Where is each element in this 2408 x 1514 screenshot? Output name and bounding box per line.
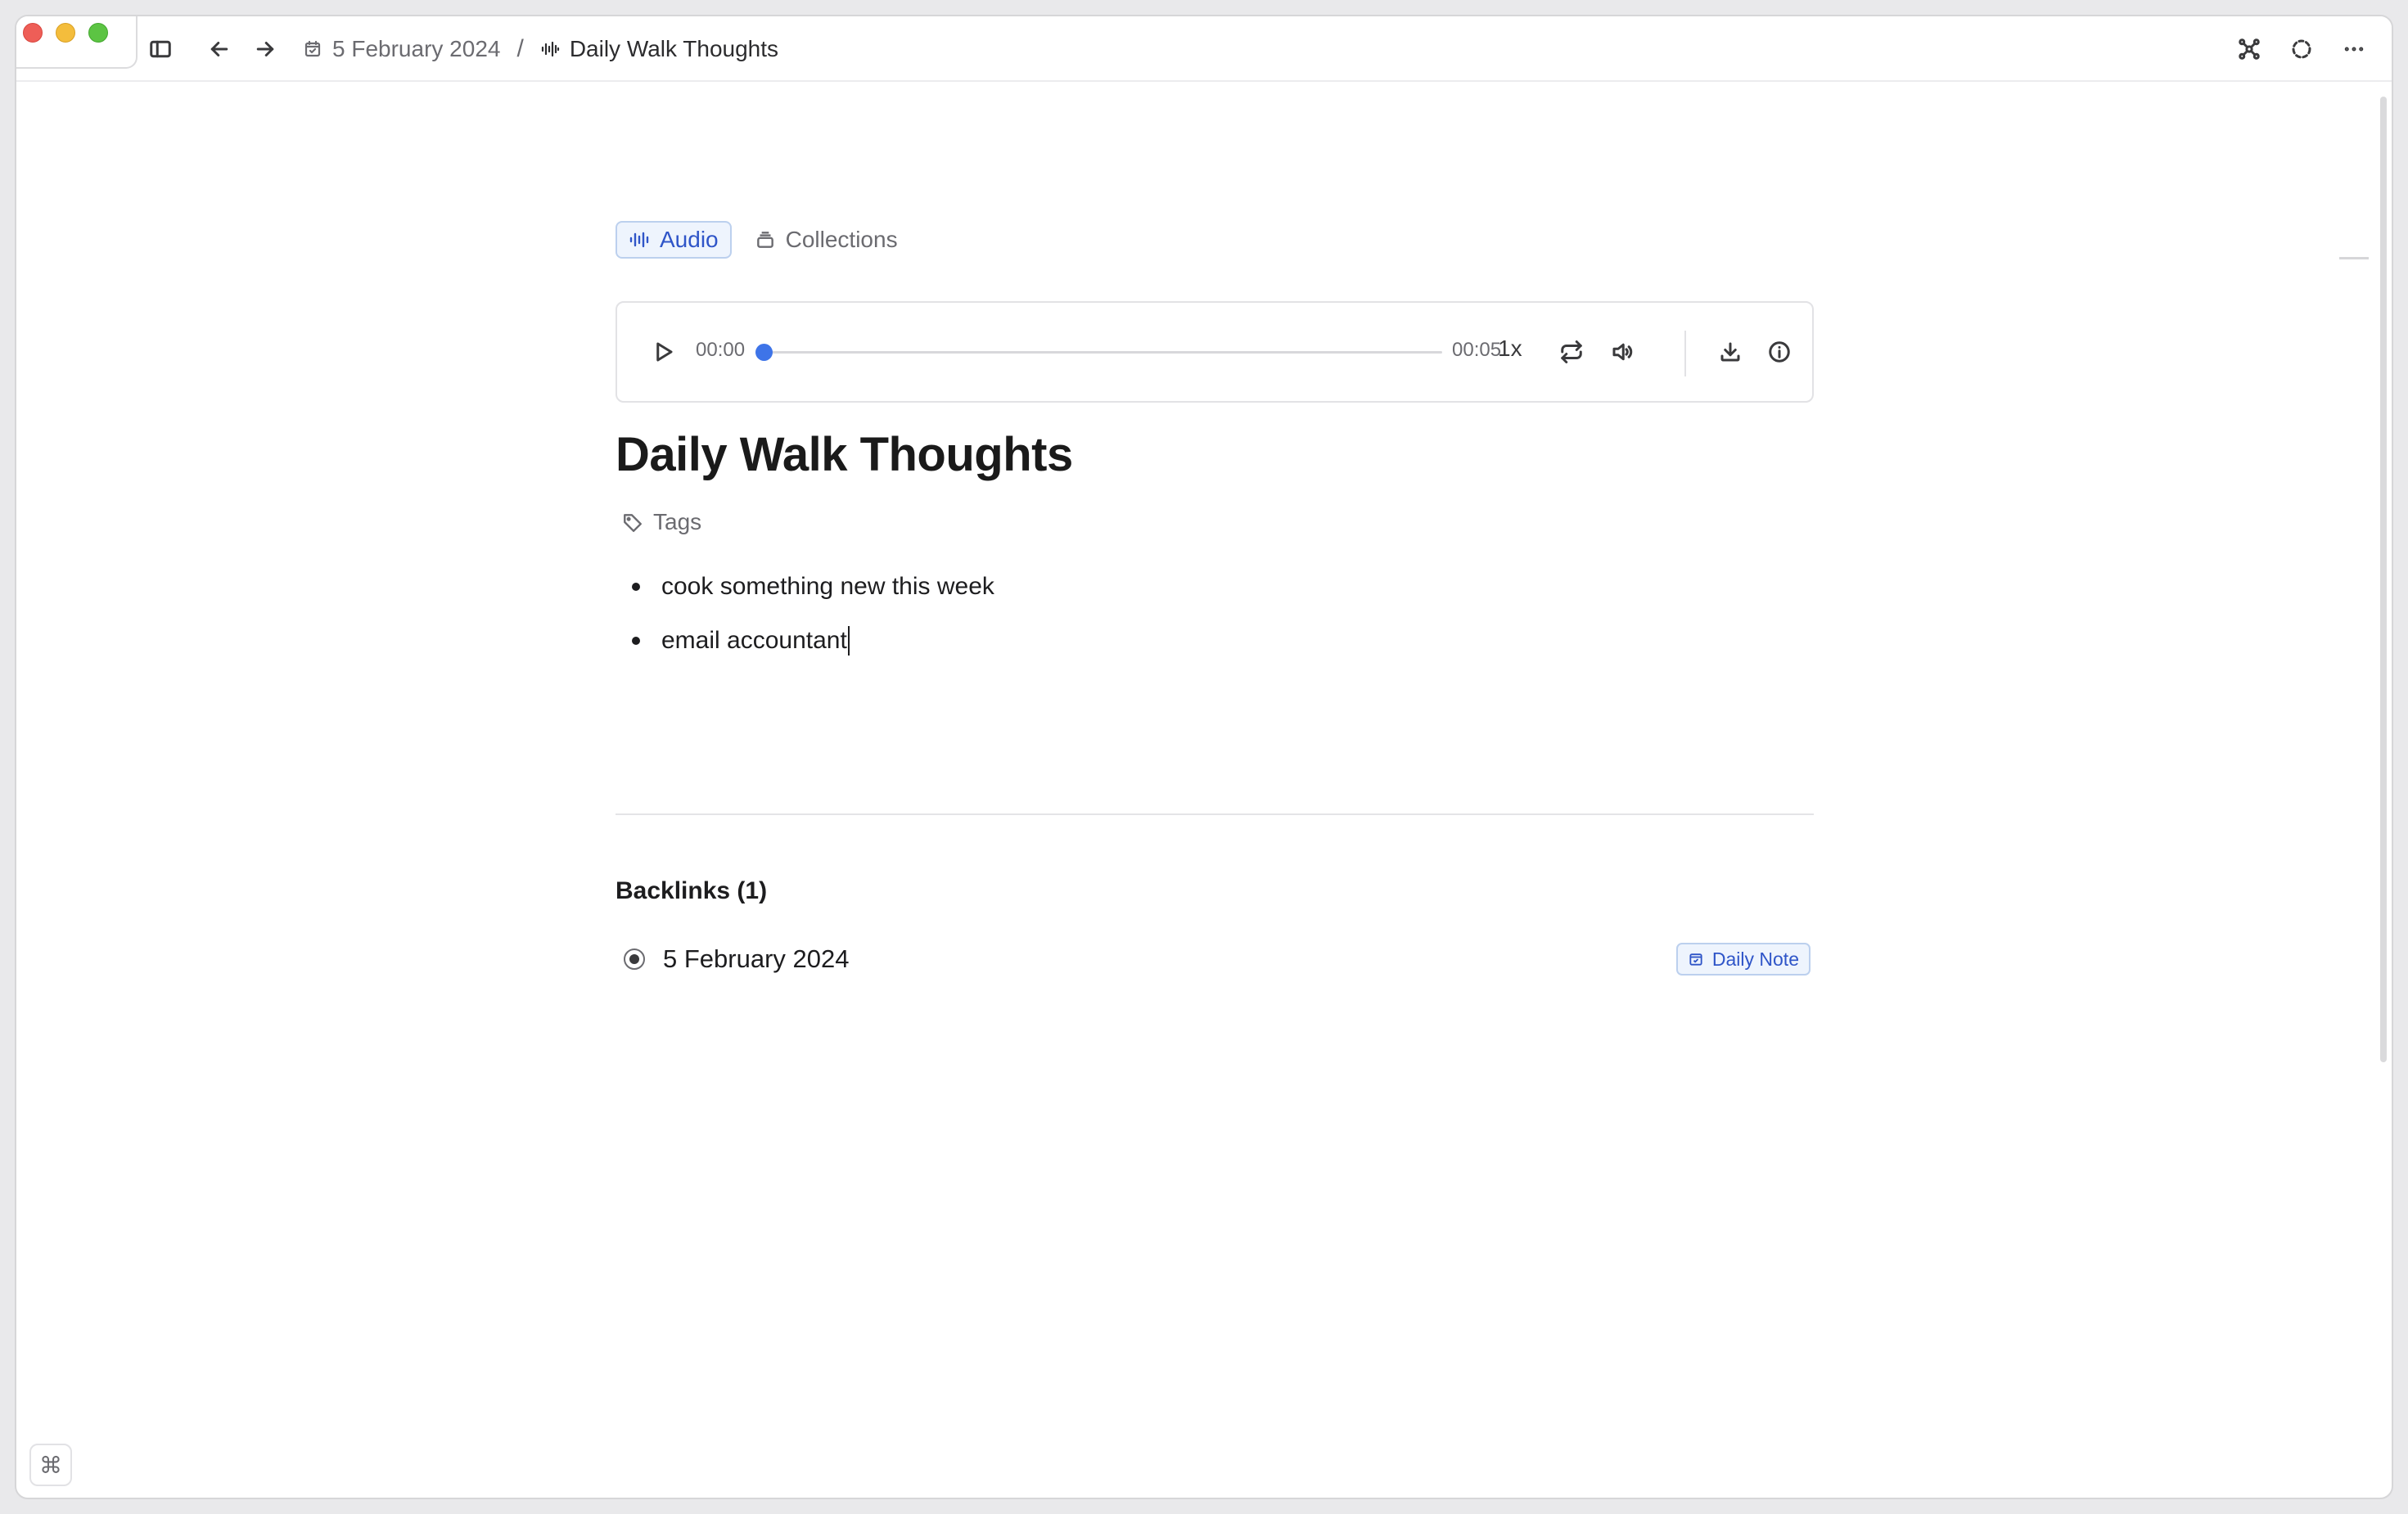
tag-icon [624, 514, 642, 533]
current-time: 00:00 [696, 339, 746, 361]
window-controls [16, 16, 138, 69]
breadcrumb-separator: / [516, 35, 524, 62]
backlink-bullet-icon [624, 949, 645, 970]
breadcrumb-label: 5 February 2024 [332, 36, 501, 61]
info-button[interactable] [1755, 327, 1804, 376]
note-chips: Audio Collections [616, 221, 903, 259]
close-window-button[interactable] [23, 23, 43, 43]
bullet-dot [632, 583, 640, 591]
list-item[interactable]: cook something new this week [616, 560, 994, 614]
calendar-icon [1689, 953, 1702, 966]
breadcrumb: 5 February 2024 / Daily Walk Thoughts [303, 31, 778, 67]
list-item[interactable]: email accountant [616, 614, 994, 668]
command-palette-button[interactable]: ⌘ [29, 1444, 72, 1486]
download-icon [1720, 342, 1740, 362]
bullet-dot [632, 637, 640, 645]
scrollbar[interactable] [2380, 97, 2387, 1062]
play-button[interactable] [638, 327, 688, 376]
player-divider [1684, 331, 1686, 376]
sidebar-toggle-icon[interactable] [142, 31, 178, 67]
list-item-text: email accountant [661, 627, 847, 654]
badge-label: Daily Note [1711, 948, 1799, 970]
focus-mode-icon[interactable] [2284, 31, 2320, 67]
breadcrumb-item-daily-note[interactable]: 5 February 2024 [303, 36, 500, 62]
backlink-label[interactable]: 5 February 2024 [663, 944, 849, 974]
app-window: 5 February 2024 / Daily Walk Thoughts Au… [15, 15, 2393, 1499]
section-divider [616, 813, 1814, 815]
tags-label: Tags [653, 509, 702, 534]
info-icon [1769, 341, 1790, 363]
note-body-list[interactable]: cook something new this week email accou… [616, 560, 994, 668]
backlinks-heading: Backlinks (1) [616, 877, 768, 904]
collection-stack-icon [756, 232, 773, 248]
more-options-icon[interactable] [2336, 31, 2372, 67]
collections-chip-label: Collections [785, 227, 898, 252]
note-title[interactable]: Daily Walk Thoughts [616, 427, 1073, 482]
breadcrumb-item-current-note[interactable]: Daily Walk Thoughts [540, 36, 778, 62]
zoom-window-button[interactable] [88, 23, 108, 43]
breadcrumb-label: Daily Walk Thoughts [569, 36, 779, 61]
toolbar: 5 February 2024 / Daily Walk Thoughts [16, 16, 2392, 82]
audio-seek-bar[interactable] [755, 344, 1442, 361]
download-button[interactable] [1706, 327, 1755, 376]
loop-icon [1561, 340, 1582, 363]
calendar-icon [304, 40, 321, 57]
audio-waveform-icon [629, 232, 649, 248]
playback-rate-button[interactable]: 1x [1498, 336, 1522, 362]
audio-player: 00:00 00:05 1x [616, 301, 1814, 403]
daily-note-badge: Daily Note [1675, 943, 1811, 976]
forward-arrow-icon[interactable] [247, 31, 283, 67]
audio-waveform-icon [541, 41, 559, 57]
seek-handle[interactable] [755, 344, 773, 361]
audio-chip-label: Audio [660, 227, 719, 252]
loop-button[interactable] [1547, 327, 1596, 376]
tags-field[interactable]: Tags [622, 509, 701, 535]
duration-time: 00:05 [1452, 339, 1502, 361]
minimize-window-button[interactable] [56, 23, 75, 43]
outline-indicator[interactable] [2339, 257, 2369, 259]
list-item-text: cook something new this week [661, 573, 994, 600]
backlink-item[interactable]: 5 February 2024 Daily Note [616, 935, 1814, 984]
text-cursor [847, 626, 850, 656]
collections-chip[interactable]: Collections [750, 221, 903, 259]
volume-button[interactable] [1598, 327, 1647, 376]
audio-type-chip[interactable]: Audio [616, 221, 732, 259]
play-icon [656, 342, 673, 362]
back-arrow-icon[interactable] [201, 31, 237, 67]
note-editor: Audio Collections 00:00 00:05 1x Daily W… [16, 83, 2392, 1498]
graph-icon[interactable] [2231, 31, 2267, 67]
volume-icon [1612, 343, 1633, 361]
